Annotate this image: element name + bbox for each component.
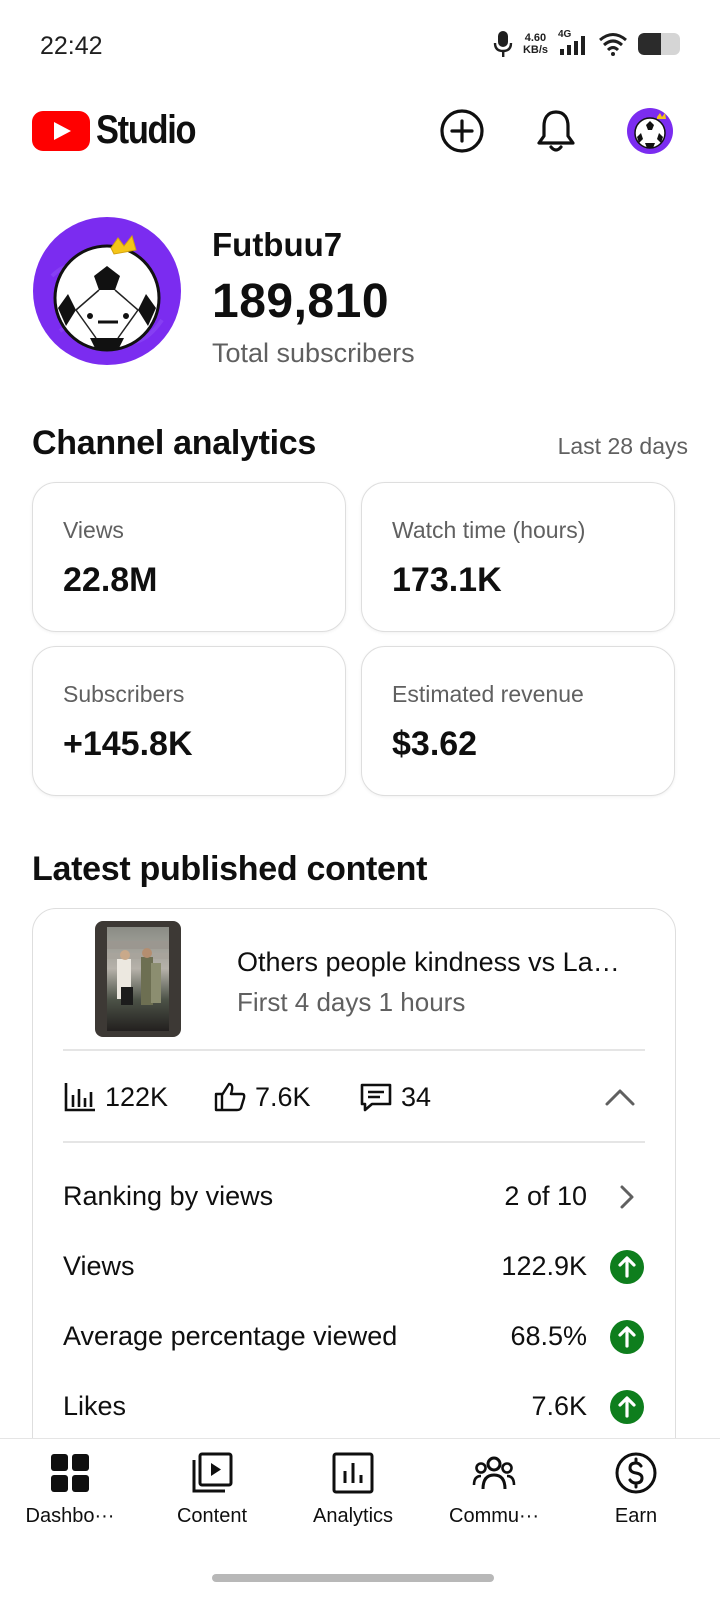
latest-content-title: Latest published content bbox=[32, 850, 428, 888]
subscribers-card[interactable]: Subscribers +145.8K bbox=[32, 646, 346, 796]
total-subscribers-label: Total subscribers bbox=[212, 338, 415, 368]
content-icon bbox=[192, 1452, 233, 1493]
card-label: Subscribers bbox=[63, 681, 185, 707]
revenue-card[interactable]: Estimated revenue $3.62 bbox=[361, 646, 675, 796]
total-subscribers-count: 189,810 bbox=[212, 275, 390, 328]
app-bar: Studio bbox=[0, 100, 720, 164]
status-time: 22:42 bbox=[40, 32, 103, 60]
channel-analytics-header: Channel analytics Last 28 days bbox=[32, 424, 688, 463]
avg-percentage-metric-row: Average percentage viewed 68.5% bbox=[63, 1317, 645, 1357]
notifications-button[interactable] bbox=[530, 105, 582, 157]
analytics-period[interactable]: Last 28 days bbox=[558, 433, 688, 460]
trend-up-icon bbox=[610, 1250, 644, 1284]
nav-label: Dashbo··· bbox=[25, 1505, 115, 1527]
likes-stat-value: 7.6K bbox=[255, 1081, 311, 1112]
chevron-up-icon[interactable] bbox=[603, 1085, 637, 1109]
trend-up-icon bbox=[610, 1390, 644, 1424]
account-avatar[interactable] bbox=[624, 105, 676, 157]
metric-label: Views bbox=[63, 1251, 135, 1281]
card-value: $3.62 bbox=[392, 725, 478, 763]
nav-dashboard[interactable]: Dashbo··· bbox=[0, 1451, 140, 1543]
channel-avatar[interactable] bbox=[32, 216, 182, 366]
trend-up-icon bbox=[610, 1320, 644, 1354]
nav-label: Earn bbox=[614, 1505, 658, 1527]
battery-icon bbox=[638, 33, 680, 55]
comments-stat-value: 34 bbox=[401, 1081, 432, 1112]
network-speed-value: 4.60 bbox=[524, 32, 547, 44]
views-metric-row: Views 122.9K bbox=[63, 1247, 645, 1287]
dashboard-icon bbox=[51, 1454, 89, 1492]
status-icons: 4.60 KB/s 4G bbox=[493, 29, 680, 58]
divider bbox=[63, 1141, 645, 1143]
views-card[interactable]: Views 22.8M bbox=[32, 482, 346, 632]
video-thumbnail[interactable] bbox=[95, 921, 181, 1037]
metric-label: Average percentage viewed bbox=[63, 1321, 398, 1351]
nav-label: Commu··· bbox=[449, 1505, 539, 1527]
nav-content[interactable]: Content bbox=[142, 1451, 282, 1543]
analytics-icon bbox=[332, 1452, 374, 1494]
channel-name: Futbuu7 bbox=[212, 226, 343, 263]
video-age: First 4 days 1 hours bbox=[237, 987, 466, 1017]
thumbs-up-icon bbox=[214, 1082, 246, 1112]
nav-analytics[interactable]: Analytics bbox=[283, 1451, 423, 1543]
microphone-icon bbox=[493, 31, 513, 57]
notifications-icon bbox=[537, 110, 575, 152]
youtube-play-icon bbox=[32, 110, 90, 151]
nav-label: Content bbox=[176, 1505, 248, 1527]
account-avatar-icon bbox=[627, 108, 673, 154]
metric-value: 68.5% bbox=[510, 1321, 587, 1351]
likes-metric-row: Likes 7.6K bbox=[63, 1387, 645, 1427]
nav-label: Analytics bbox=[312, 1505, 394, 1527]
nav-earn[interactable]: Earn bbox=[566, 1451, 706, 1543]
metric-value: 2 of 10 bbox=[504, 1181, 587, 1211]
nav-community[interactable]: Commu··· bbox=[424, 1451, 564, 1543]
create-icon bbox=[440, 109, 484, 153]
views-stat-value: 122K bbox=[105, 1081, 169, 1112]
comment-icon bbox=[360, 1083, 392, 1112]
card-label: Estimated revenue bbox=[392, 681, 584, 707]
create-button[interactable] bbox=[436, 105, 488, 157]
status-bar: 22:42 4.60 KB/s 4G bbox=[0, 0, 720, 96]
comments-stat: 34 bbox=[359, 1081, 431, 1113]
channel-summary: Futbuu7 189,810 Total subscribers bbox=[32, 216, 692, 368]
network-speed-unit: KB/s bbox=[522, 44, 548, 56]
wifi-icon bbox=[599, 33, 627, 56]
signal-icon: 4G bbox=[558, 29, 588, 57]
divider bbox=[63, 1049, 645, 1051]
chevron-right-icon bbox=[620, 1185, 634, 1209]
card-value: +145.8K bbox=[63, 725, 193, 763]
thumbnail-image bbox=[107, 927, 169, 1031]
metric-label: Likes bbox=[63, 1391, 127, 1421]
earn-icon bbox=[615, 1452, 657, 1494]
latest-content-header: Latest published content bbox=[32, 850, 688, 889]
app-name: Studio bbox=[96, 108, 197, 152]
battery-level bbox=[638, 33, 662, 55]
community-icon bbox=[472, 1456, 516, 1490]
bar-chart-icon bbox=[64, 1083, 95, 1112]
card-value: 22.8M bbox=[63, 561, 158, 599]
card-value: 173.1K bbox=[392, 561, 502, 599]
home-indicator[interactable] bbox=[212, 1574, 494, 1582]
card-label: Views bbox=[63, 517, 124, 543]
latest-content-card: Others people kindness vs La… First 4 da… bbox=[32, 908, 676, 1508]
channel-analytics-title: Channel analytics bbox=[32, 424, 316, 462]
metric-label: Ranking by views bbox=[63, 1181, 274, 1211]
card-label: Watch time (hours) bbox=[392, 517, 586, 543]
network-speed: 4.60 KB/s bbox=[523, 32, 548, 56]
video-title[interactable]: Others people kindness vs La… bbox=[237, 947, 647, 978]
youtube-studio-logo: Studio bbox=[32, 108, 211, 153]
likes-stat: 7.6K bbox=[213, 1081, 311, 1113]
metric-value: 122.9K bbox=[501, 1251, 587, 1281]
watch-time-card[interactable]: Watch time (hours) 173.1K bbox=[361, 482, 675, 632]
ranking-row[interactable]: Ranking by views 2 of 10 bbox=[63, 1177, 645, 1217]
views-stat: 122K bbox=[63, 1081, 168, 1113]
metric-value: 7.6K bbox=[531, 1391, 587, 1421]
